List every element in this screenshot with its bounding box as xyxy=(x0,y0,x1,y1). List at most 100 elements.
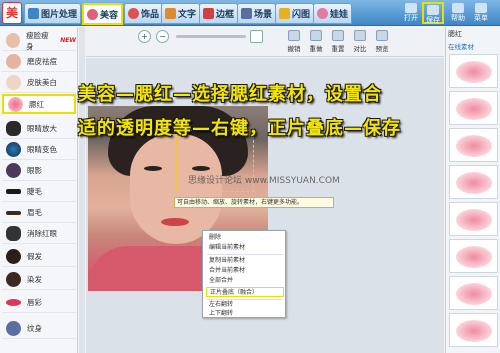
tab-label: 娃娃 xyxy=(330,10,349,20)
sidebar-item-label: 唇彩 xyxy=(27,298,42,307)
blush-swatch xyxy=(456,172,492,194)
sidebar-item-label: 腮红 xyxy=(29,99,44,109)
photo-left-eye xyxy=(144,166,162,171)
wig-icon xyxy=(6,249,21,264)
blush-swatch xyxy=(456,246,492,268)
tab-scene[interactable]: 场景 xyxy=(237,3,277,24)
watermark-text: 思缘设计论坛 www.MISSYUAN.COM xyxy=(188,176,340,186)
help-icon xyxy=(452,3,464,13)
sidebar-item-hair-dye[interactable]: 染发 xyxy=(2,270,76,290)
preview-button[interactable]: 预览 xyxy=(372,30,392,54)
sidebar-item-label: 瘦脸瘦身 xyxy=(26,30,49,51)
menu-label: 菜单 xyxy=(474,14,488,22)
slim-icon xyxy=(6,33,21,48)
sidebar-item-blush[interactable]: 腮红 xyxy=(2,94,76,114)
panel-title: 腮红 xyxy=(448,30,462,38)
tab-image-edit[interactable]: 图片处理 xyxy=(24,3,82,24)
blush-swatch xyxy=(456,320,492,342)
image-edit-icon xyxy=(28,8,39,19)
top-tab-bar: 美 图片处理 美容 饰品 文字 边框 场景 闪图 娃娃 打开 保存 帮助 菜单 xyxy=(0,0,500,26)
flash-icon xyxy=(279,8,290,19)
tool-label: 重做 xyxy=(309,45,323,53)
whiten-icon xyxy=(6,75,21,90)
sidebar-item-label: 纹身 xyxy=(27,324,42,333)
lashes-icon xyxy=(6,189,21,194)
context-menu: 删除 编辑当前素材 复制当前素材 合并当前素材 全部合并 正片叠底（融合） 左右… xyxy=(202,230,286,318)
sidebar-scrollbar[interactable] xyxy=(79,27,85,353)
sidebar-item-tattoo[interactable]: 纹身 xyxy=(2,319,76,339)
tab-beauty[interactable]: 美容 xyxy=(82,3,124,25)
app-logo: 美 xyxy=(2,2,22,24)
open-button[interactable]: 打开 xyxy=(400,2,422,24)
reset-button[interactable]: 重置 xyxy=(328,30,348,54)
sidebar-item-wig[interactable]: 假发 xyxy=(2,247,76,267)
blush-material-6[interactable] xyxy=(449,239,498,273)
doll-icon xyxy=(317,8,328,19)
menu-item-flip-vertical[interactable]: 上下翻转 xyxy=(209,309,283,319)
sidebar-item-brows[interactable]: 眉毛 xyxy=(2,203,76,223)
zoom-in-button[interactable]: + xyxy=(138,30,151,43)
menu-item-merge-all[interactable]: 全部合并 xyxy=(209,276,283,286)
tab-label: 闪图 xyxy=(292,10,311,20)
eye-color-icon xyxy=(6,142,21,157)
frame-icon xyxy=(203,8,214,19)
tab-label: 场景 xyxy=(254,10,273,20)
tab-label: 文字 xyxy=(178,10,197,20)
save-button[interactable]: 保存 xyxy=(422,2,444,24)
instruction-caption: 美容—腮红—选择腮红素材，设置合 适的透明度等—右键，正片叠底—保存 xyxy=(78,78,470,146)
caption-line-2: 适的透明度等—右键，正片叠底—保存 xyxy=(78,118,401,139)
tab-text[interactable]: 文字 xyxy=(161,3,201,24)
blush-material-8[interactable] xyxy=(449,313,498,347)
redo-button[interactable]: 重做 xyxy=(306,30,326,54)
sidebar-item-lipstick[interactable]: 唇彩 xyxy=(2,293,76,313)
blush-material-4[interactable] xyxy=(449,165,498,199)
blush-swatch xyxy=(456,283,492,305)
open-label: 打开 xyxy=(404,14,418,22)
sidebar-item-smooth[interactable]: 磨皮祛痘 xyxy=(2,52,76,72)
menu-button[interactable]: 菜单 xyxy=(470,2,492,24)
tab-doll[interactable]: 娃娃 xyxy=(313,3,353,24)
tab-label: 饰品 xyxy=(141,10,160,20)
menu-item-multiply[interactable]: 正片叠底（融合） xyxy=(206,287,284,297)
online-materials-link[interactable]: 在线素材 xyxy=(448,41,499,51)
new-badge: NEW xyxy=(60,37,76,44)
blush-material-5[interactable] xyxy=(449,202,498,236)
sidebar-item-whiten[interactable]: 皮肤美白 xyxy=(2,73,76,93)
fit-button[interactable] xyxy=(250,30,263,43)
tattoo-icon xyxy=(6,321,21,336)
eyeshadow-icon xyxy=(6,163,21,178)
menu-item-copy[interactable]: 复制当前素材 xyxy=(209,256,283,266)
sidebar-item-redeye[interactable]: 消除红眼 xyxy=(2,224,76,244)
sidebar-item-label: 睫毛 xyxy=(27,187,42,196)
zoom-slider[interactable] xyxy=(176,35,246,38)
sidebar-item-label: 皮肤美白 xyxy=(27,78,57,87)
undo-button[interactable]: 撤销 xyxy=(284,30,304,54)
blush-swatch xyxy=(456,209,492,231)
menu-item-merge[interactable]: 合并当前素材 xyxy=(209,266,283,276)
sidebar-item-label: 磨皮祛痘 xyxy=(27,57,57,66)
hair-dye-icon xyxy=(6,272,21,287)
blush-icon xyxy=(8,96,23,112)
menu-item-delete[interactable]: 删除 xyxy=(209,233,283,243)
tab-label: 美容 xyxy=(100,10,119,21)
tab-accessories[interactable]: 饰品 xyxy=(124,3,164,24)
tool-label: 预览 xyxy=(375,45,389,53)
beauty-tools-sidebar: 瘦脸瘦身 NEW 磨皮祛痘 皮肤美白 腮红 眼睛放大 眼睛变色 眼影 睫毛 眉毛… xyxy=(0,27,78,353)
menu-item-edit[interactable]: 编辑当前素材 xyxy=(209,243,283,253)
compare-button[interactable]: 对比 xyxy=(350,30,370,54)
reset-icon xyxy=(332,30,344,41)
zoom-out-button[interactable]: − xyxy=(156,30,169,43)
sidebar-item-eye-color[interactable]: 眼睛变色 xyxy=(2,140,76,160)
sidebar-item-eye-enlarge[interactable]: 眼睛放大 xyxy=(2,119,76,139)
tab-label: 边框 xyxy=(216,10,235,20)
sidebar-item-label: 假发 xyxy=(27,252,42,261)
text-icon xyxy=(165,8,176,19)
tab-frame[interactable]: 边框 xyxy=(199,3,239,24)
sidebar-item-slim[interactable]: 瘦脸瘦身 NEW xyxy=(2,31,76,51)
tab-flash[interactable]: 闪图 xyxy=(275,3,315,24)
help-button[interactable]: 帮助 xyxy=(447,2,469,24)
sidebar-item-lashes[interactable]: 睫毛 xyxy=(2,182,76,202)
blush-material-7[interactable] xyxy=(449,276,498,310)
sidebar-item-eyeshadow[interactable]: 眼影 xyxy=(2,161,76,181)
scene-icon xyxy=(241,8,252,19)
